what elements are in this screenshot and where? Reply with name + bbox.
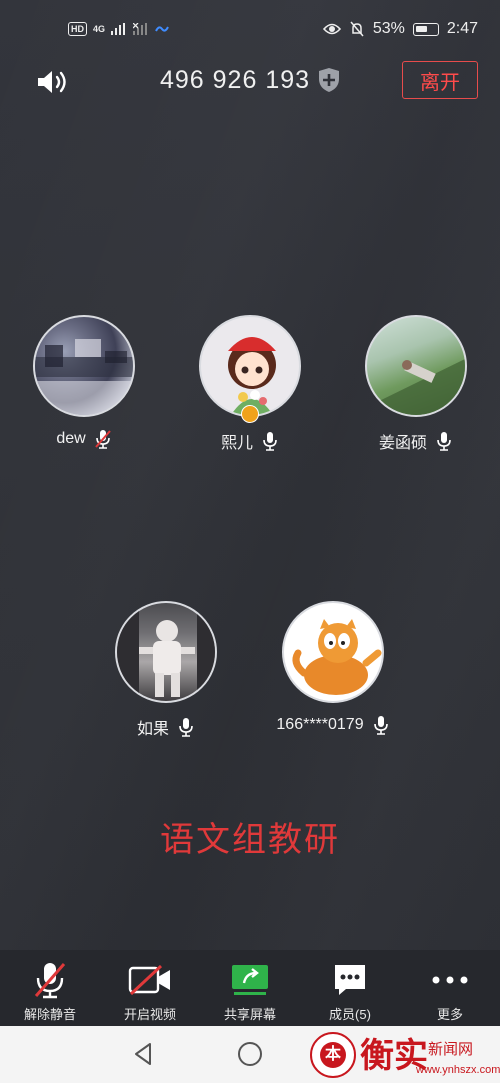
meeting-topic: 语文组教研	[160, 821, 340, 859]
clock: 2:47	[446, 20, 478, 37]
status-left: HD 4G	[68, 22, 169, 36]
avatar-image	[117, 603, 215, 701]
watermark-logo: 本 衡实 新闻网 www.ynhszx.com	[308, 1026, 500, 1083]
participant-name: 熙儿	[220, 435, 253, 452]
participant-name: 166****0179	[276, 716, 364, 733]
avatar-image	[228, 337, 276, 415]
start-video-button[interactable]: 开启视频	[100, 950, 200, 1026]
status-bar: HD 4G 53% 2:47	[0, 0, 500, 60]
avatar	[33, 315, 135, 417]
avatar	[282, 601, 384, 703]
meeting-id[interactable]: 496 926 193	[160, 66, 310, 95]
network-type: 4G	[93, 24, 106, 34]
participant-tile[interactable]: dew	[14, 315, 154, 449]
signal-no-service-icon	[133, 23, 148, 35]
eye-icon	[322, 23, 341, 35]
mic-icon	[179, 718, 193, 737]
speaker-icon[interactable]	[36, 68, 70, 96]
system-nav-bar: 本 衡实 新闻网 www.ynhszx.com	[0, 1026, 500, 1083]
mic-icon	[373, 716, 388, 735]
participant-name-row: 熙儿	[180, 429, 320, 453]
participant-tile[interactable]: 166****0179	[263, 601, 403, 735]
avatar	[115, 601, 217, 703]
share-screen-icon	[232, 965, 268, 995]
participant-name-row: 166****0179	[263, 715, 403, 735]
unmute-button[interactable]: 解除静音	[0, 950, 100, 1026]
host-badge-icon	[241, 405, 259, 423]
seal-char: 本	[320, 1042, 346, 1068]
hd-badge: HD	[68, 22, 87, 36]
watermark-url: www.ynhszx.com	[416, 1064, 500, 1076]
avatar	[199, 315, 301, 417]
members-button[interactable]: 成员(5)	[300, 950, 400, 1026]
signal-icon	[111, 23, 126, 35]
mic-muted-icon	[94, 430, 111, 449]
share-label: 共享屏幕	[223, 1007, 276, 1022]
more-dots-icon	[432, 976, 468, 984]
status-right: 53% 2:47	[322, 20, 478, 38]
participant-tile[interactable]: 如果	[96, 601, 236, 739]
avatar-image	[35, 339, 133, 415]
chat-members-icon	[335, 965, 365, 995]
meeting-header: 496 926 193 离开	[0, 58, 500, 104]
participant-name-row: dew	[14, 429, 154, 449]
mic-icon	[263, 432, 277, 451]
participant-tile[interactable]: 熙儿	[180, 315, 320, 453]
participant-name: dew	[56, 430, 86, 447]
participant-name-row: 姜函硕	[346, 429, 486, 453]
data-transfer-icon	[155, 26, 169, 32]
members-label: 成员(5)	[329, 1007, 371, 1022]
mic-icon	[437, 432, 451, 451]
back-triangle-icon[interactable]	[132, 1042, 154, 1066]
video-off-icon	[128, 965, 170, 995]
share-screen-button[interactable]: 共享屏幕	[200, 950, 300, 1026]
participant-name: 如果	[136, 721, 169, 738]
home-circle-icon[interactable]	[238, 1042, 262, 1066]
avatar	[365, 315, 467, 417]
participant-tile[interactable]: 姜函硕	[346, 315, 486, 453]
shield-icon[interactable]	[318, 67, 340, 93]
participant-name-row: 如果	[96, 715, 236, 739]
meeting-screen: HD 4G 53% 2:47 496 926 193 离开 dew 熙儿 姜函硕…	[0, 0, 500, 1083]
watermark-sub: 新闻网	[428, 1040, 474, 1058]
unmute-label: 解除静音	[23, 1007, 76, 1022]
mic-muted-icon	[34, 963, 66, 999]
more-button[interactable]: 更多	[400, 950, 500, 1026]
seal-icon: 本	[310, 1032, 356, 1078]
leave-button[interactable]: 离开	[402, 61, 478, 99]
participant-name: 姜函硕	[378, 435, 427, 452]
meeting-toolbar: 解除静音 开启视频 共享屏幕 成员(5) 更多	[0, 950, 500, 1026]
avatar-image	[292, 619, 382, 695]
battery-percent: 53%	[372, 20, 405, 37]
video-label: 开启视频	[123, 1007, 176, 1022]
battery-icon	[412, 22, 439, 36]
more-label: 更多	[436, 1007, 463, 1022]
mute-bell-icon	[350, 21, 364, 37]
avatar-image	[367, 358, 465, 415]
